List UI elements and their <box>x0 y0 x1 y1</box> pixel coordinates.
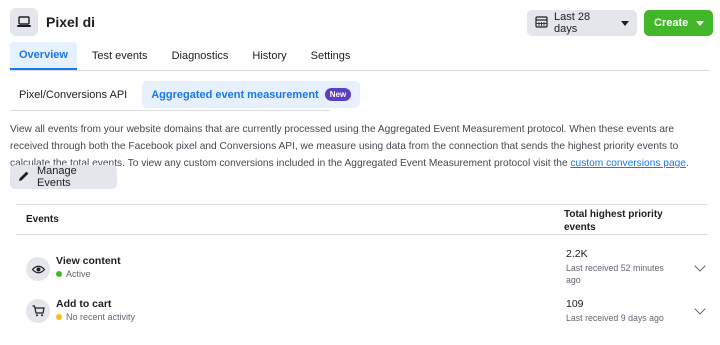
subtabs-divider <box>10 110 330 111</box>
date-range-label: Last 28 days <box>554 11 591 35</box>
tab-overview[interactable]: Overview <box>10 42 77 70</box>
status-dot <box>56 314 62 320</box>
event-total: 109 <box>566 298 584 310</box>
status-dot <box>56 271 62 277</box>
column-header-events: Events <box>26 214 59 225</box>
subtab-aggregated-event-measurement[interactable]: Aggregated event measurement New <box>142 81 361 108</box>
date-range-button[interactable]: Last 28 days <box>527 10 637 36</box>
event-status: No recent activity <box>56 312 135 322</box>
pencil-icon <box>18 170 30 185</box>
event-status: Active <box>56 269 91 279</box>
column-header-total: Total highest priority events <box>564 209 663 233</box>
status-text: Active <box>66 269 91 279</box>
tabs-divider <box>10 70 710 71</box>
chevron-down-icon[interactable] <box>694 303 706 315</box>
calendar-icon <box>535 15 548 31</box>
event-total: 2.2K <box>566 248 588 260</box>
eye-icon <box>26 257 50 281</box>
manage-events-label: Manage Events <box>37 165 77 189</box>
table-row[interactable]: View content Active 2.2K Last received 5… <box>16 248 708 296</box>
last-received: Last received 52 minutes ago <box>566 263 664 285</box>
chevron-down-icon[interactable] <box>694 260 706 272</box>
tab-test-events[interactable]: Test events <box>83 42 157 70</box>
cart-icon <box>26 299 50 323</box>
laptop-icon <box>10 8 38 36</box>
page-header: Pixel di Last 28 days Create <box>0 0 720 44</box>
caret-down-icon <box>696 20 705 26</box>
tab-history[interactable]: History <box>243 42 295 70</box>
tab-settings[interactable]: Settings <box>302 42 360 70</box>
last-received: Last received 9 days ago <box>566 313 664 323</box>
events-table: Events Total highest priority events Vie… <box>16 204 708 323</box>
pixel-name: Pixel di <box>46 14 96 30</box>
status-text: No recent activity <box>66 312 136 322</box>
new-badge: New <box>324 88 352 101</box>
manage-events-button[interactable]: Manage Events <box>10 165 117 189</box>
create-label: Create <box>654 17 689 29</box>
sub-tabs: Pixel/Conversions API Aggregated event m… <box>10 81 366 108</box>
subtab-label: Pixel/Conversions API <box>19 88 128 101</box>
subtab-pixel-conversions-api[interactable]: Pixel/Conversions API <box>10 81 136 108</box>
subtab-label: Aggregated event measurement <box>151 88 319 101</box>
create-button[interactable]: Create <box>644 10 713 36</box>
main-tabs: Overview Test events Diagnostics History… <box>10 42 365 70</box>
event-name: Add to cart <box>56 298 112 310</box>
table-header: Events Total highest priority events <box>16 204 708 235</box>
caret-down-icon <box>621 20 629 26</box>
event-name: View content <box>56 255 121 267</box>
custom-conversions-link[interactable]: custom conversions page <box>570 158 686 169</box>
tab-diagnostics[interactable]: Diagnostics <box>163 42 238 70</box>
description-text: View all events from your website domain… <box>10 124 689 169</box>
